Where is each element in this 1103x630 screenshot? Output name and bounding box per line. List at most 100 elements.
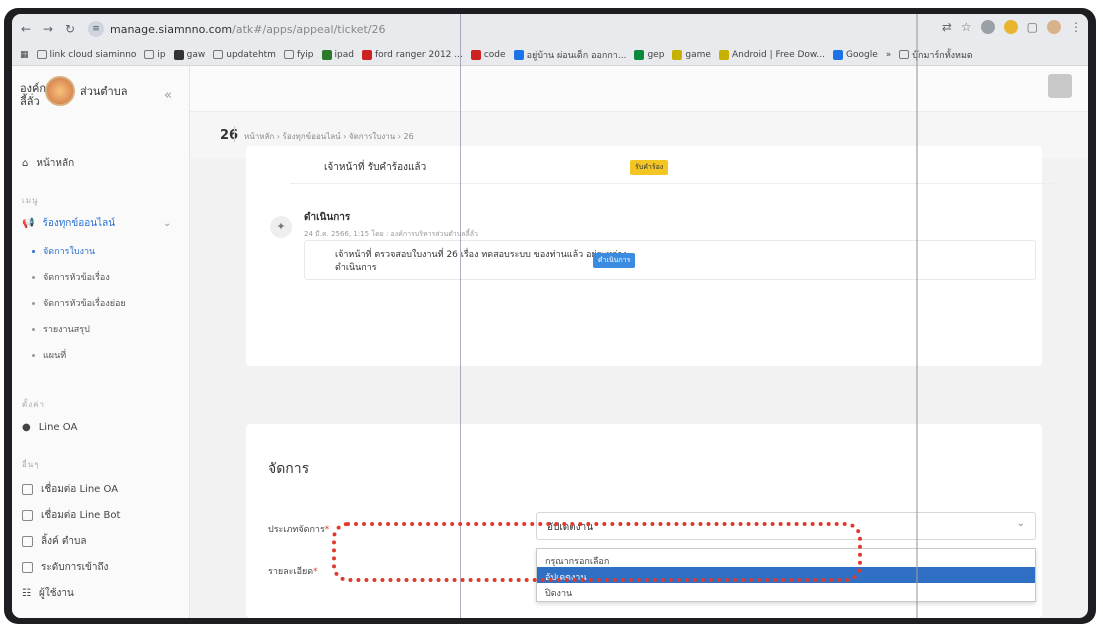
- org-name-line2: ส่วนตำบล: [80, 85, 128, 98]
- bookmark-label: อยู่บ้าน ผ่อนเด็ก ออกกา...: [526, 50, 627, 61]
- bookmark-label: code: [483, 49, 506, 60]
- apps-grid-icon[interactable]: ▦: [20, 50, 29, 60]
- sidebar-section-other: อื่นๆ: [22, 460, 40, 469]
- required-marker: *: [313, 567, 318, 577]
- user-avatar[interactable]: [1048, 74, 1072, 98]
- sidebar-item-label: Line OA: [38, 422, 78, 433]
- sidebar-item-complaints[interactable]: 📢 ร้องทุกข์ออนไลน์ ⌄: [22, 216, 171, 231]
- bookmark-overflow-icon[interactable]: »: [886, 50, 892, 60]
- sidebar-item-access-level[interactable]: ระดับการเข้าถึง: [22, 560, 108, 575]
- sidebar-subitem-map[interactable]: แผนที่: [32, 348, 66, 362]
- reload-icon[interactable]: ↻: [62, 22, 78, 36]
- bookmark-item[interactable]: updatehtm: [213, 50, 276, 60]
- home-icon: ⌂: [22, 158, 29, 169]
- label-text: ประเภทจัดการ: [268, 525, 325, 535]
- sidebar-subitem-label: จัดการหัวข้อเรื่องย่อย: [43, 299, 126, 309]
- bookmark-item[interactable]: Google: [833, 49, 878, 60]
- org-name-part3: ลี้ลั่ว: [20, 95, 40, 108]
- browser-toolbar: ← → ↻ ≡ manage.siamnno.com/atk#/apps/app…: [12, 14, 1088, 44]
- bookmark-label: บุ๊กมาร์กทั้งหมด: [912, 50, 973, 61]
- bookmark-favicon: [672, 49, 683, 60]
- sidebar-item-line-oa[interactable]: ● Line OA: [22, 422, 77, 433]
- bookmark-label: ipad: [334, 49, 354, 60]
- bookmark-item[interactable]: อยู่บ้าน ผ่อนเด็ก ออกกา...: [513, 48, 627, 62]
- status-badge-in-progress: ดำเนินการ: [593, 253, 636, 268]
- bookmark-label: gep: [647, 49, 665, 60]
- bookmark-item[interactable]: link cloud siaminno: [36, 50, 136, 60]
- bookmark-item[interactable]: ford ranger 2012 ...: [361, 49, 463, 60]
- sidebar-item-connect-line-oa[interactable]: เชื่อมต่อ Line OA: [22, 482, 118, 497]
- bookmark-item[interactable]: gaw: [173, 49, 205, 60]
- back-icon[interactable]: ←: [18, 22, 34, 36]
- breadcrumb-divider: [234, 126, 235, 142]
- bookmark-item[interactable]: gep: [634, 49, 665, 60]
- bookmark-label: updatehtm: [226, 49, 276, 60]
- timeline-action-meta: 24 มี.ค. 2566, 1:15 โดย : องค์การบริหารส…: [304, 230, 478, 238]
- sidebar-subitem-topics[interactable]: จัดการหัวข้อเรื่อง: [32, 270, 110, 284]
- translate-icon[interactable]: ⇄: [942, 20, 952, 34]
- bookmark-item[interactable]: ip: [144, 50, 166, 60]
- sidebar-subitem-reports[interactable]: รายงานสรุป: [32, 322, 90, 336]
- sidebar: องค์การ ลี้ลั่ว ส่วนตำบล « ⌂ หน้าหลัก เมน…: [12, 66, 190, 618]
- sidebar-item-home[interactable]: ⌂ หน้าหลัก: [22, 156, 74, 171]
- bookmark-item[interactable]: บุ๊กมาร์กทั้งหมด: [899, 48, 973, 62]
- folder-icon: [213, 50, 224, 59]
- bullet-icon: [32, 301, 35, 305]
- sidebar-item-connect-line-bot[interactable]: เชื่อมต่อ Line Bot: [22, 508, 120, 523]
- extension-icon-2[interactable]: [1003, 20, 1018, 34]
- breadcrumb-path[interactable]: หน้าหลัก › ร้องทุกข์ออนไลน์ › จัดการใบงา…: [244, 130, 414, 143]
- link-icon: [22, 484, 33, 495]
- dropdown-option-close[interactable]: ปิดงาน: [537, 583, 1035, 599]
- bookmark-item[interactable]: code: [470, 49, 506, 60]
- scan-line: [916, 14, 918, 618]
- chevron-down-icon: ⌄: [163, 218, 172, 229]
- browser-action-icons: ⇄ ☆ ▢ ⋮: [942, 20, 1082, 34]
- address-bar[interactable]: manage.siamnno.com/atk#/apps/appeal/tick…: [110, 23, 386, 36]
- users-icon: ☷: [22, 588, 31, 599]
- bookmark-favicon: [361, 49, 372, 60]
- timeline-action-title: ดำเนินการ: [304, 212, 351, 223]
- tab-search-icon[interactable]: ▢: [1027, 20, 1038, 34]
- bookmark-item[interactable]: game: [672, 49, 711, 60]
- org-name-line1: องค์การ ลี้ลั่ว: [20, 82, 58, 108]
- bookmark-label: fyip: [296, 49, 314, 60]
- bookmark-favicon: [718, 49, 729, 60]
- bookmark-item[interactable]: fyip: [283, 49, 314, 60]
- folder-icon: [283, 50, 294, 59]
- bullet-icon: [32, 249, 35, 253]
- url-host: manage.siamnno.com: [110, 22, 233, 36]
- bookmark-favicon: [513, 49, 524, 60]
- sidebar-item-label: เชื่อมต่อ Line Bot: [41, 510, 121, 521]
- sidebar-item-label: ระดับการเข้าถึง: [41, 562, 109, 573]
- sidebar-subitem-label: แผนที่: [43, 351, 67, 361]
- menu-kebab-icon[interactable]: ⋮: [1070, 20, 1082, 34]
- github-icon: [173, 49, 184, 60]
- profile-avatar[interactable]: [1047, 20, 1061, 34]
- ticket-timeline-card: เจ้าหน้าที่ รับคำร้องแล้ว รับคำร้อง ✦ ดำ…: [246, 146, 1060, 366]
- manage-type-label: ประเภทจัดการ*: [268, 522, 329, 536]
- site-info-icon[interactable]: ≡: [88, 21, 104, 37]
- sidebar-item-label: ร้องทุกข์ออนไลน์: [42, 218, 116, 229]
- forward-icon[interactable]: →: [40, 22, 56, 36]
- manage-card: จัดการ ประเภทจัดการ* รายละเอียด* อัปเดตง…: [246, 424, 1042, 618]
- status-badge-received: รับคำร้อง: [630, 160, 669, 175]
- sidebar-subitem-subtopics[interactable]: จัดการหัวข้อเรื่องย่อย: [32, 296, 126, 310]
- bookmark-item[interactable]: Android | Free Dow...: [718, 49, 825, 60]
- sidebar-item-users[interactable]: ☷ ผู้ใช้งาน: [22, 586, 74, 601]
- sidebar-section-settings: ตั้งค่า: [22, 400, 45, 409]
- sidebar-item-district-link[interactable]: ลิ้งค์ ตำบล: [22, 534, 86, 549]
- highlight-annotation: [332, 522, 862, 582]
- url-path: /atk#/apps/appeal/ticket/26: [232, 22, 386, 36]
- detail-label: รายละเอียด*: [268, 564, 318, 578]
- timeline-entry-received: เจ้าหน้าที่ รับคำร้องแล้ว รับคำร้อง: [290, 156, 1060, 184]
- sidebar-subitem-manage-tickets[interactable]: จัดการใบงาน: [32, 244, 95, 258]
- sidebar-item-label: เชื่อมต่อ Line OA: [41, 484, 119, 495]
- sidebar-item-label: หน้าหลัก: [36, 158, 75, 169]
- bookmark-star-icon[interactable]: ☆: [961, 20, 972, 34]
- folder-icon: [899, 50, 910, 59]
- bookmark-item[interactable]: ipad: [321, 49, 354, 60]
- required-marker: *: [324, 525, 330, 535]
- extension-icon[interactable]: [980, 20, 995, 34]
- collapse-sidebar-icon[interactable]: «: [164, 88, 172, 103]
- bookmark-favicon: [470, 49, 481, 60]
